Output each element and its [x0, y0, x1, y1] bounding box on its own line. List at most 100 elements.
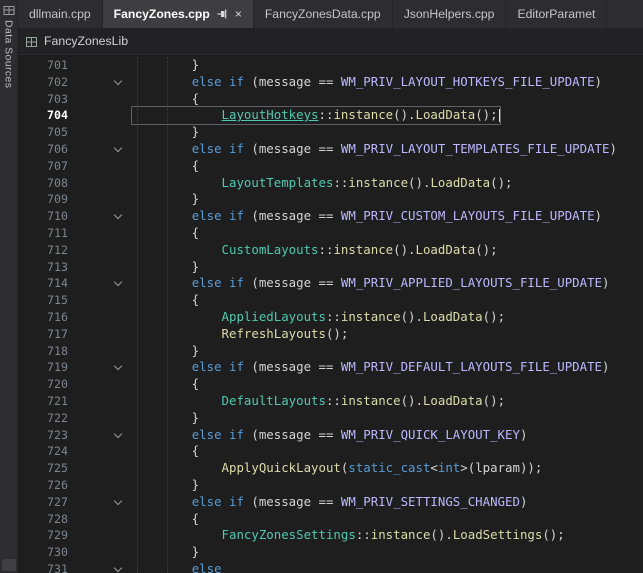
line-number[interactable]: 705 [18, 124, 68, 141]
code-text[interactable]: { [132, 292, 199, 309]
tab-jsonhelpers-cpp[interactable]: JsonHelpers.cpp [393, 0, 507, 28]
tab-fancyzonesdata-cpp[interactable]: FancyZonesData.cpp [254, 0, 393, 28]
code-line[interactable]: 721 DefaultLayouts::instance().LoadData(… [18, 393, 643, 410]
fold-chevron-icon[interactable] [114, 144, 122, 152]
code-text[interactable]: } [132, 477, 199, 494]
code-line[interactable]: 706 else if (message == WM_PRIV_LAYOUT_T… [18, 141, 643, 158]
fold-gutter[interactable] [68, 91, 132, 108]
fold-gutter[interactable] [68, 427, 132, 444]
code-text[interactable]: { [132, 443, 199, 460]
code-line[interactable]: 717 RefreshLayouts(); [18, 326, 643, 343]
line-number[interactable]: 724 [18, 443, 68, 460]
fold-gutter[interactable] [68, 527, 132, 544]
code-line[interactable]: 722 } [18, 410, 643, 427]
fold-gutter[interactable] [68, 124, 132, 141]
line-number[interactable]: 709 [18, 191, 68, 208]
code-text[interactable]: } [132, 191, 199, 208]
code-text[interactable]: FancyZonesSettings::instance().LoadSetti… [132, 527, 565, 544]
fold-gutter[interactable] [68, 494, 132, 511]
code-line[interactable]: 718 } [18, 343, 643, 360]
fold-gutter[interactable] [68, 443, 132, 460]
code-text[interactable]: LayoutTemplates::instance().LoadData(); [132, 175, 513, 192]
fold-gutter[interactable] [68, 57, 132, 74]
code-line[interactable]: 724 { [18, 443, 643, 460]
tab-editorparamet[interactable]: EditorParamet [506, 0, 607, 28]
code-text[interactable]: else if (message == WM_PRIV_LAYOUT_HOTKE… [132, 74, 602, 91]
fold-gutter[interactable] [68, 74, 132, 91]
fold-gutter[interactable] [68, 511, 132, 528]
code-text[interactable]: else [132, 561, 222, 573]
code-text[interactable]: { [132, 225, 199, 242]
code-line[interactable]: 701 } [18, 57, 643, 74]
line-number[interactable]: 718 [18, 343, 68, 360]
fold-gutter[interactable] [68, 376, 132, 393]
code-text[interactable]: RefreshLayouts(); [132, 326, 348, 343]
code-line[interactable]: 713 } [18, 259, 643, 276]
fold-gutter[interactable] [68, 460, 132, 477]
line-number[interactable]: 730 [18, 544, 68, 561]
fold-gutter[interactable] [68, 309, 132, 326]
code-line[interactable]: 710 else if (message == WM_PRIV_CUSTOM_L… [18, 208, 643, 225]
fold-gutter[interactable] [68, 175, 132, 192]
code-text[interactable]: CustomLayouts::instance().LoadData(); [132, 242, 498, 259]
line-number[interactable]: 720 [18, 376, 68, 393]
code-text[interactable]: else if (message == WM_PRIV_APPLIED_LAYO… [132, 275, 609, 292]
line-number[interactable]: 716 [18, 309, 68, 326]
line-number[interactable]: 731 [18, 561, 68, 573]
line-number[interactable]: 725 [18, 460, 68, 477]
code-line[interactable]: 716 AppliedLayouts::instance().LoadData(… [18, 309, 643, 326]
line-number[interactable]: 708 [18, 175, 68, 192]
line-number[interactable]: 728 [18, 511, 68, 528]
fold-gutter[interactable] [68, 343, 132, 360]
fold-gutter[interactable] [68, 393, 132, 410]
fold-gutter[interactable] [68, 292, 132, 309]
code-text[interactable]: } [132, 124, 199, 141]
code-text[interactable]: { [132, 91, 199, 108]
line-number[interactable]: 706 [18, 141, 68, 158]
code-text[interactable]: ApplyQuickLayout(static_cast<int>(lparam… [132, 460, 542, 477]
code-line[interactable]: 719 else if (message == WM_PRIV_DEFAULT_… [18, 359, 643, 376]
fold-gutter[interactable] [68, 208, 132, 225]
code-line[interactable]: 729 FancyZonesSettings::instance().LoadS… [18, 527, 643, 544]
fold-gutter[interactable] [68, 410, 132, 427]
tab-dllmain-cpp[interactable]: dllmain.cpp [18, 0, 103, 28]
code-line[interactable]: 720 { [18, 376, 643, 393]
fold-gutter[interactable] [68, 477, 132, 494]
fold-gutter[interactable] [68, 107, 132, 124]
code-line[interactable]: 705 } [18, 124, 643, 141]
code-line[interactable]: 725 ApplyQuickLayout(static_cast<int>(lp… [18, 460, 643, 477]
fold-chevron-icon[interactable] [114, 278, 122, 286]
code-text[interactable]: else if (message == WM_PRIV_LAYOUT_TEMPL… [132, 141, 617, 158]
code-line[interactable]: 714 else if (message == WM_PRIV_APPLIED_… [18, 275, 643, 292]
pin-icon[interactable] [216, 8, 228, 20]
tab-fancyzones-cpp[interactable]: FancyZones.cpp× [103, 0, 254, 28]
fold-gutter[interactable] [68, 242, 132, 259]
line-number[interactable]: 712 [18, 242, 68, 259]
code-text[interactable]: } [132, 410, 199, 427]
fold-chevron-icon[interactable] [114, 362, 122, 370]
line-number[interactable]: 721 [18, 393, 68, 410]
fold-gutter[interactable] [68, 225, 132, 242]
code-line[interactable]: 702 else if (message == WM_PRIV_LAYOUT_H… [18, 74, 643, 91]
code-text[interactable]: AppliedLayouts::instance().LoadData(); [132, 309, 505, 326]
code-text[interactable]: else if (message == WM_PRIV_QUICK_LAYOUT… [132, 427, 527, 444]
code-text[interactable]: } [132, 259, 199, 276]
line-number[interactable]: 719 [18, 359, 68, 376]
code-line[interactable]: 708 LayoutTemplates::instance().LoadData… [18, 175, 643, 192]
fold-gutter[interactable] [68, 259, 132, 276]
fold-chevron-icon[interactable] [114, 564, 122, 572]
line-number[interactable]: 707 [18, 158, 68, 175]
line-number[interactable]: 703 [18, 91, 68, 108]
fold-gutter[interactable] [68, 544, 132, 561]
code-line[interactable]: 709 } [18, 191, 643, 208]
fold-gutter[interactable] [68, 158, 132, 175]
code-line[interactable]: 704 LayoutHotkeys::instance().LoadData()… [18, 107, 643, 124]
code-line[interactable]: 711 { [18, 225, 643, 242]
line-number[interactable]: 727 [18, 494, 68, 511]
code-line[interactable]: 703 { [18, 91, 643, 108]
fold-gutter[interactable] [68, 326, 132, 343]
code-text[interactable]: } [132, 57, 199, 74]
fold-chevron-icon[interactable] [114, 496, 122, 504]
code-text[interactable]: else if (message == WM_PRIV_DEFAULT_LAYO… [132, 359, 609, 376]
collapsed-tool-indicator[interactable] [2, 559, 16, 571]
